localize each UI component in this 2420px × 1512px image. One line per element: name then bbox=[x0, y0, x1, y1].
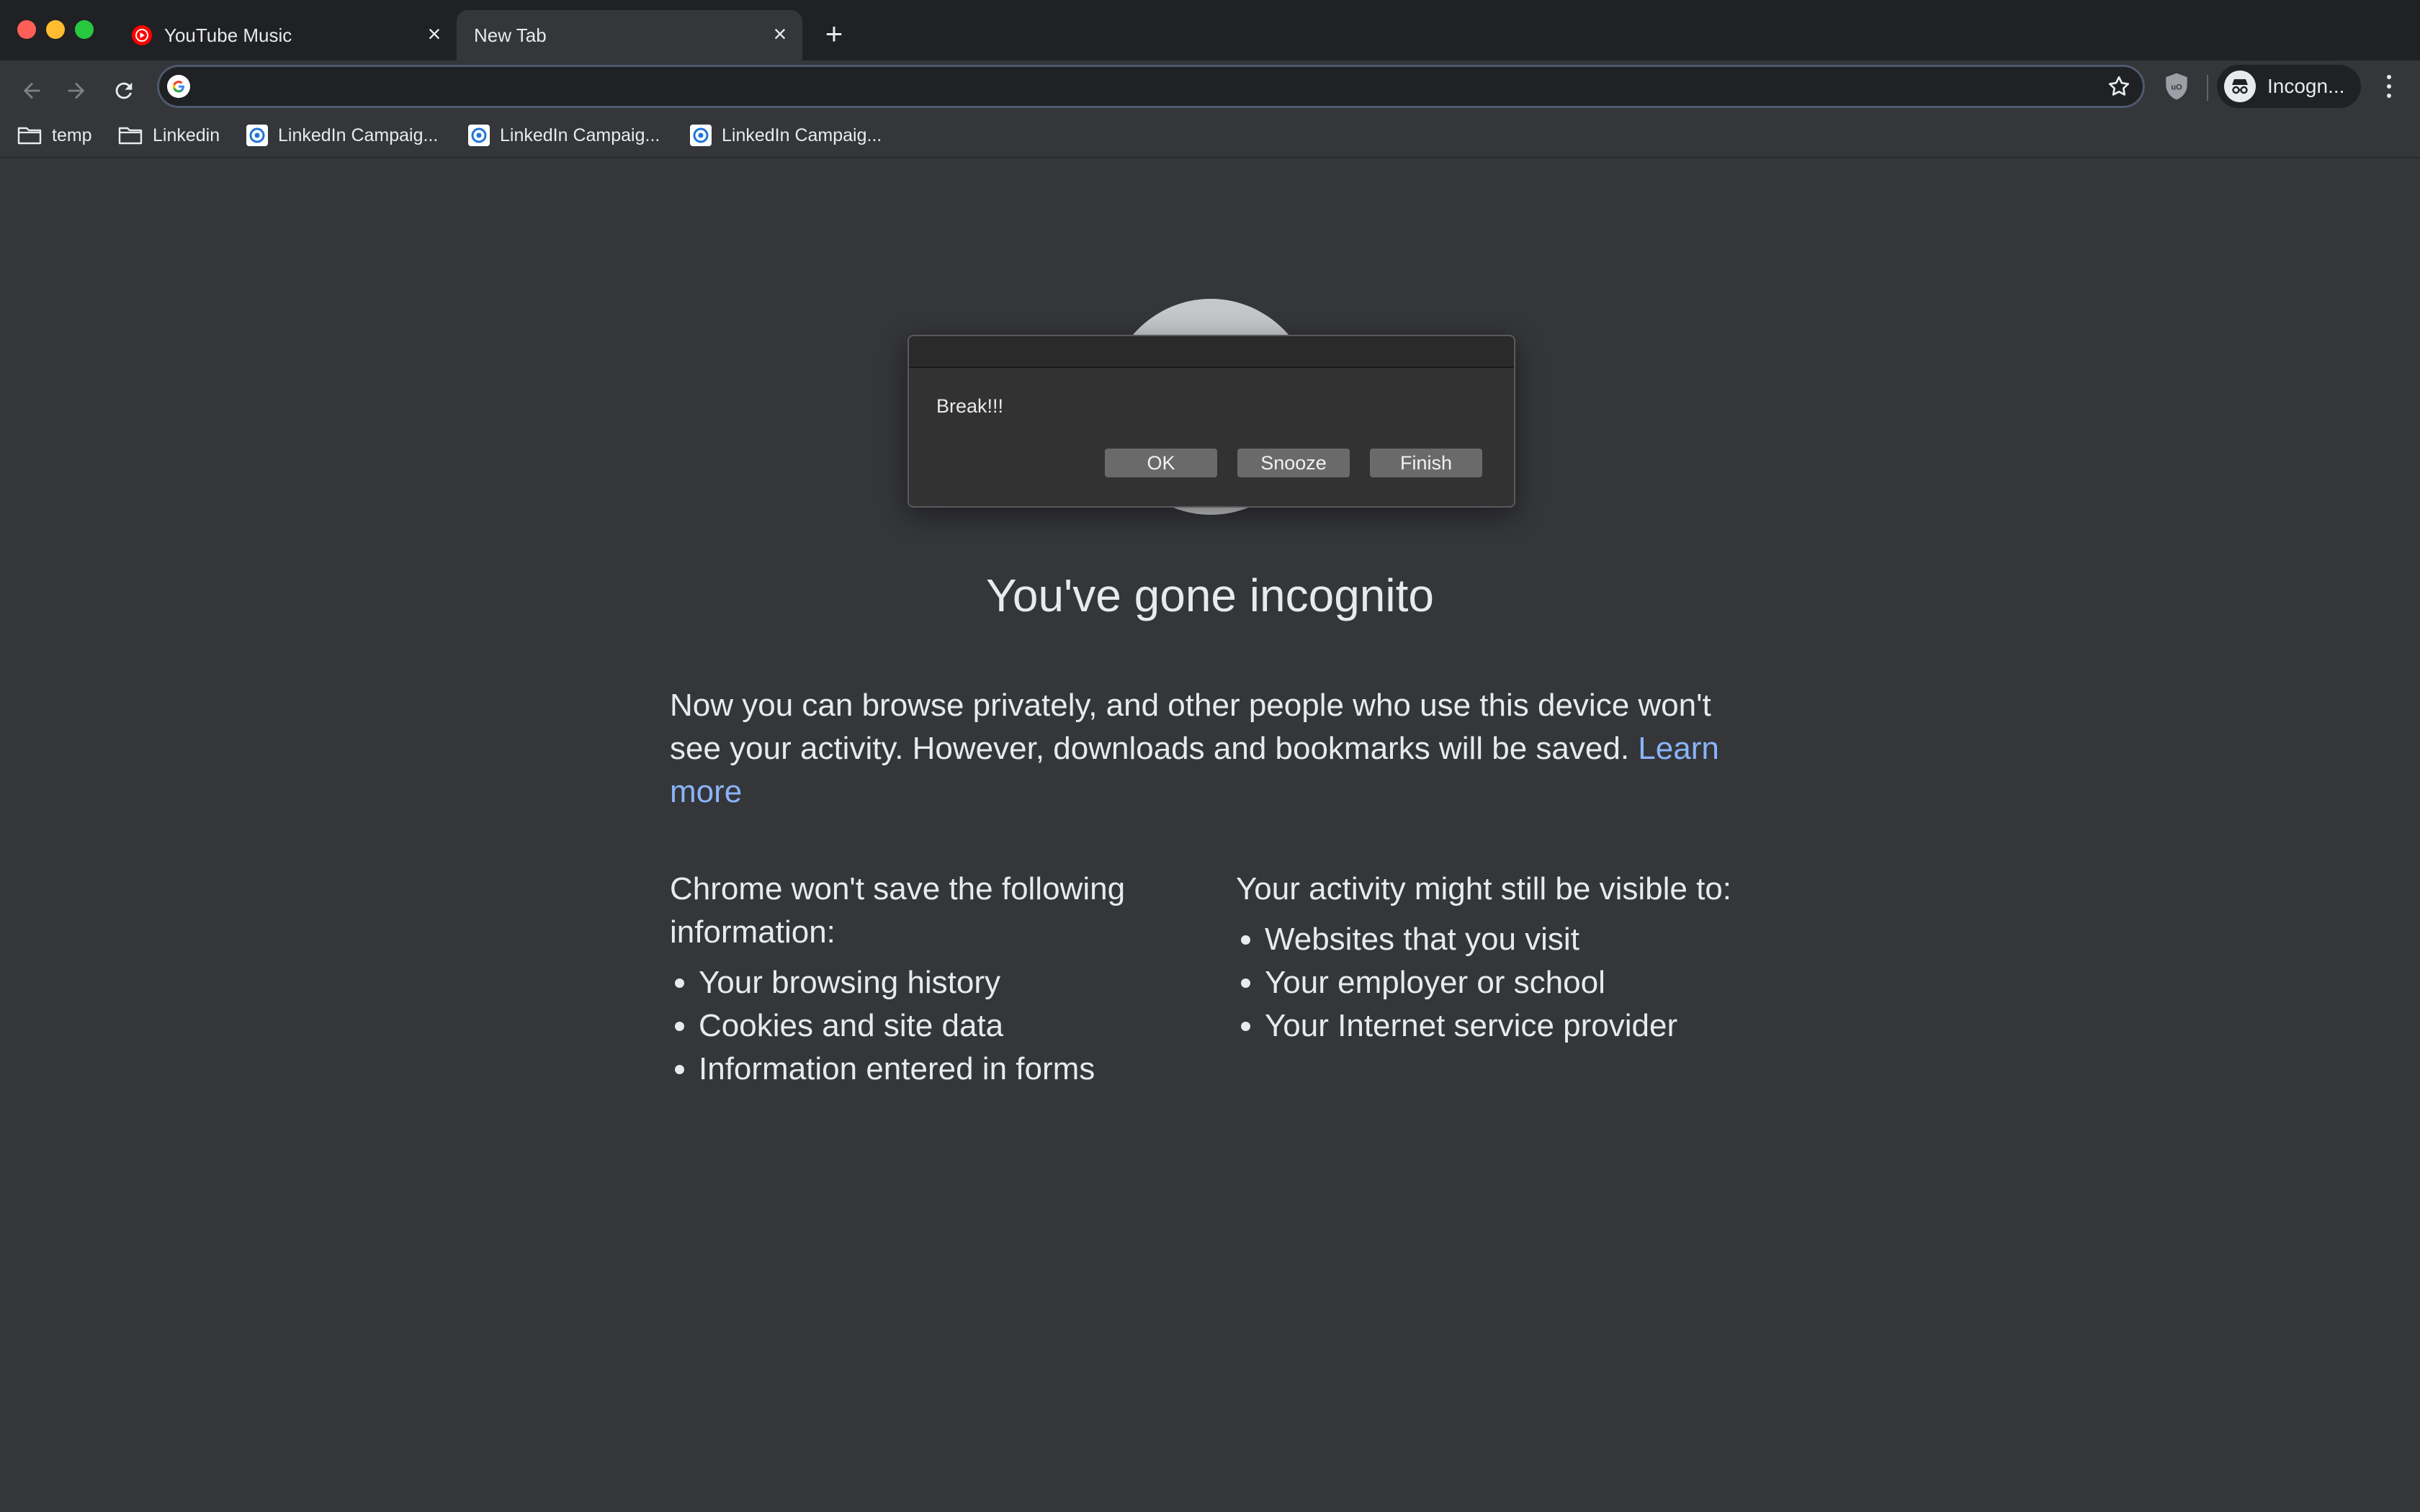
shield-extension-icon[interactable]: uO bbox=[2161, 71, 2192, 102]
address-bar[interactable] bbox=[157, 65, 2145, 108]
back-button[interactable] bbox=[10, 69, 53, 112]
wont-save-heading: Chrome won't save the following informat… bbox=[670, 871, 1126, 950]
reload-icon bbox=[115, 82, 133, 99]
bookmark-folder-linkedin[interactable]: Linkedin bbox=[118, 118, 220, 153]
new-tab-button[interactable]: + bbox=[818, 19, 850, 50]
close-window-button[interactable] bbox=[17, 20, 36, 39]
maximize-window-button[interactable] bbox=[75, 20, 94, 39]
still-visible-list: Websites that you visit Your employer or… bbox=[1236, 918, 1740, 1048]
page-title: You've gone incognito bbox=[986, 570, 1434, 621]
close-tab-button[interactable]: × bbox=[422, 22, 447, 46]
linkedin-campaign-icon bbox=[690, 125, 712, 146]
folder-icon bbox=[118, 127, 143, 145]
wont-save-list: Your browsing history Cookies and site d… bbox=[670, 961, 1174, 1091]
list-item: Websites that you visit bbox=[1265, 918, 1740, 961]
still-visible-section: Your activity might still be visible to:… bbox=[1236, 868, 1740, 1048]
bookmark-folder-temp[interactable]: temp bbox=[17, 118, 92, 153]
profile-label: Incogn... bbox=[2267, 75, 2345, 97]
list-item: Your browsing history bbox=[699, 961, 1174, 1004]
toolbar-divider bbox=[2207, 75, 2208, 101]
menu-dot bbox=[2387, 75, 2391, 79]
tab-title: YouTube Music bbox=[164, 24, 292, 46]
tab-youtube-music[interactable]: YouTube Music × bbox=[120, 10, 457, 60]
bookmark-linkedin-campaign-3[interactable]: LinkedIn Campaig... bbox=[690, 118, 882, 153]
toolbar-bottom-border bbox=[0, 157, 2420, 158]
bookmark-label: LinkedIn Campaig... bbox=[722, 125, 882, 145]
folder-icon bbox=[17, 127, 42, 145]
bookmark-linkedin-campaign-2[interactable]: LinkedIn Campaig... bbox=[468, 118, 660, 153]
menu-dot bbox=[2387, 94, 2391, 98]
intro-text: Now you can browse privately, and other … bbox=[670, 688, 1711, 766]
dialog-titlebar[interactable] bbox=[909, 336, 1514, 368]
bookmarks-bar: temp Linkedin LinkedIn Campaig... Linked… bbox=[0, 112, 2420, 157]
list-item: Your Internet service provider bbox=[1265, 1004, 1740, 1048]
bookmark-label: LinkedIn Campaig... bbox=[278, 125, 439, 145]
list-item: Cookies and site data bbox=[699, 1004, 1174, 1048]
address-input[interactable] bbox=[207, 72, 2083, 102]
linkedin-campaign-icon bbox=[246, 125, 268, 146]
incognito-profile-button[interactable]: Incogn... bbox=[2217, 65, 2361, 108]
bookmark-label: temp bbox=[52, 125, 92, 145]
snooze-button[interactable]: Snooze bbox=[1237, 449, 1350, 477]
incognito-icon bbox=[2224, 71, 2256, 102]
ok-button[interactable]: OK bbox=[1105, 449, 1217, 477]
still-visible-heading: Your activity might still be visible to: bbox=[1236, 871, 1731, 906]
bookmark-linkedin-campaign-1[interactable]: LinkedIn Campaig... bbox=[246, 118, 438, 153]
tab-title: New Tab bbox=[474, 24, 547, 46]
tab-new-tab[interactable]: New Tab × bbox=[457, 10, 802, 60]
bookmark-label: Linkedin bbox=[153, 125, 220, 145]
youtube-music-icon bbox=[132, 25, 152, 45]
bookmark-label: LinkedIn Campaig... bbox=[500, 125, 660, 145]
list-item: Your employer or school bbox=[1265, 961, 1740, 1004]
chrome-menu-button[interactable] bbox=[2377, 69, 2401, 104]
finish-button[interactable]: Finish bbox=[1370, 449, 1482, 477]
dialog-message: Break!!! bbox=[936, 395, 1004, 417]
wont-save-section: Chrome won't save the following informat… bbox=[670, 868, 1174, 1091]
arrow-right-icon bbox=[68, 82, 85, 99]
linkedin-campaign-icon bbox=[468, 125, 490, 146]
intro-paragraph: Now you can browse privately, and other … bbox=[670, 684, 1750, 814]
tab-strip: YouTube Music × New Tab × + bbox=[0, 0, 2420, 60]
menu-dot bbox=[2387, 84, 2391, 89]
reload-button[interactable] bbox=[102, 69, 145, 112]
bookmark-star-icon[interactable] bbox=[2106, 73, 2132, 99]
break-alert-dialog: Break!!! OK Snooze Finish bbox=[908, 335, 1515, 508]
google-icon bbox=[167, 75, 190, 98]
svg-text:uO: uO bbox=[2171, 84, 2182, 92]
minimize-window-button[interactable] bbox=[46, 20, 65, 39]
arrow-left-icon bbox=[23, 82, 40, 99]
forward-button[interactable] bbox=[55, 69, 98, 112]
list-item: Information entered in forms bbox=[699, 1048, 1174, 1091]
close-tab-button[interactable]: × bbox=[768, 22, 792, 46]
